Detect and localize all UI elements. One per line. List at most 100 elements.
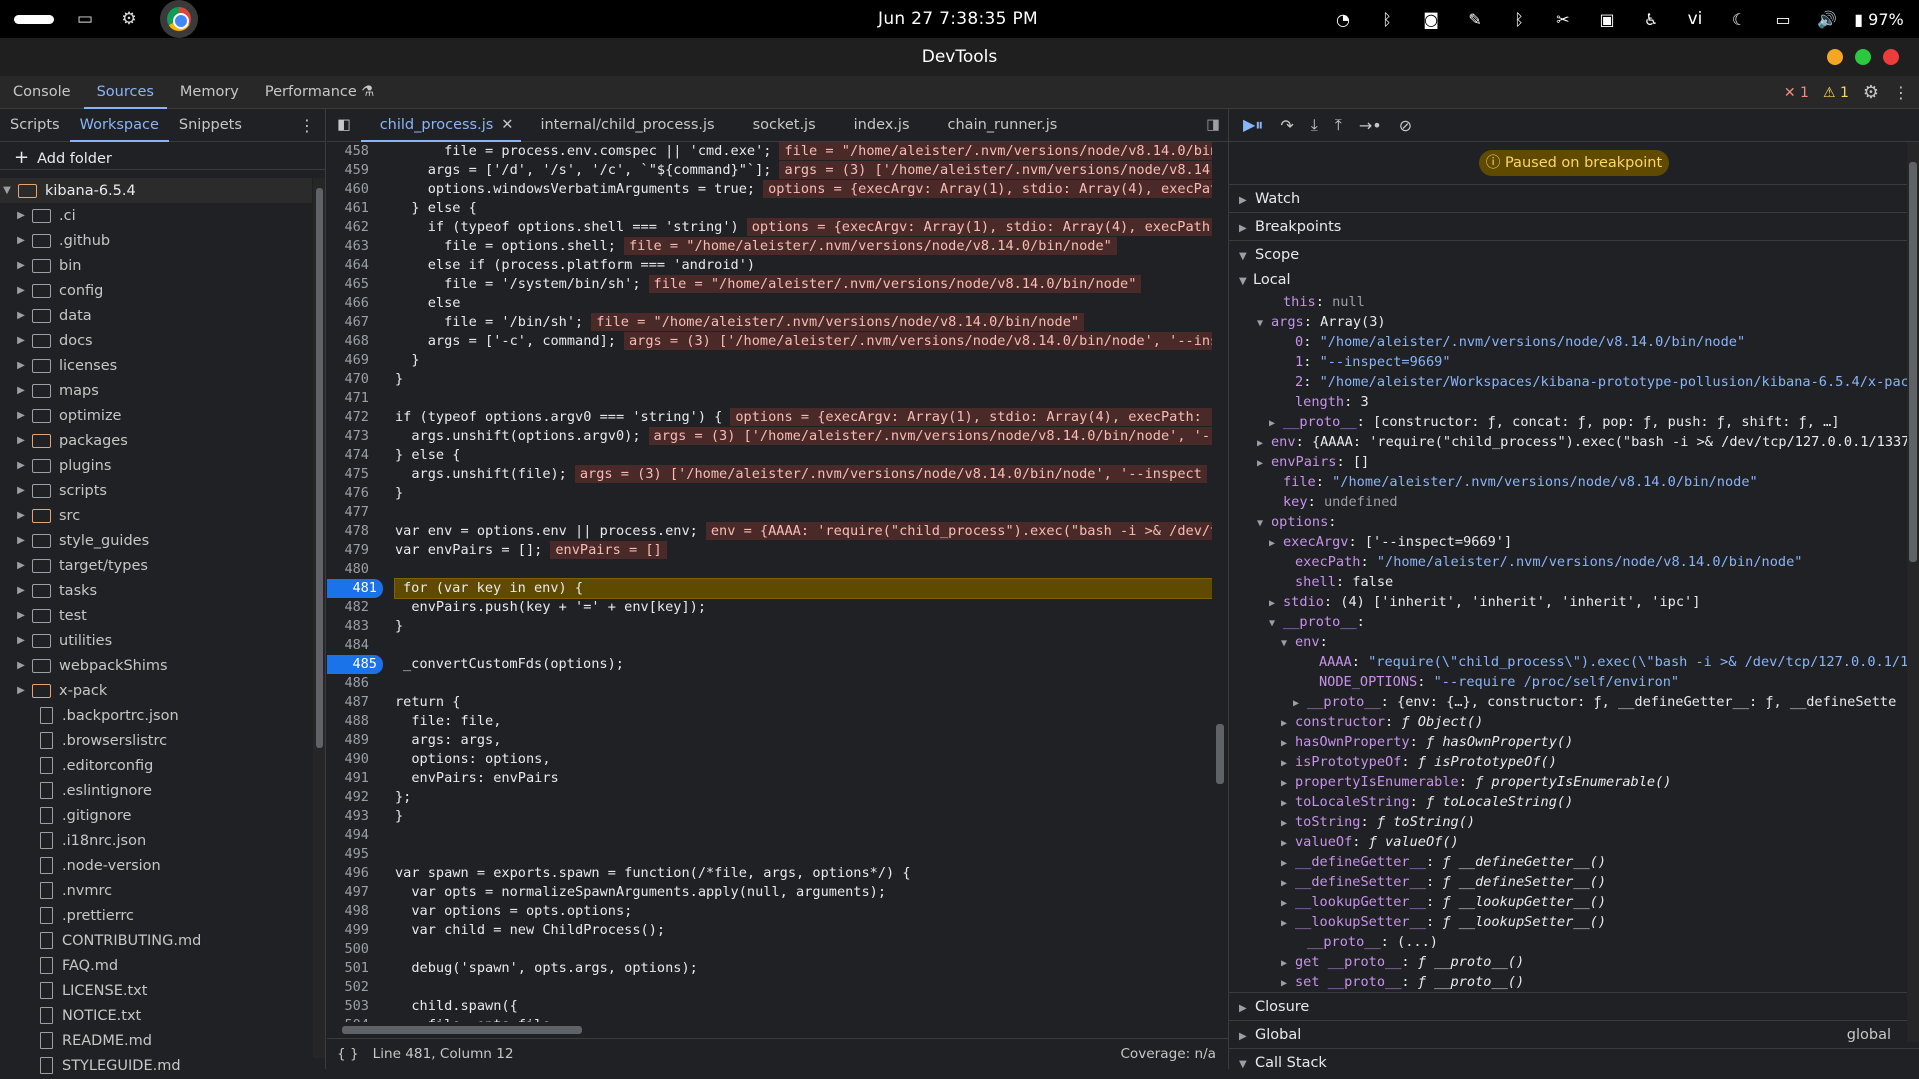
scope-property[interactable]: __proto__: (...) (1229, 932, 1919, 952)
editor-tab-child-process[interactable]: child_process.js ✕ (360, 109, 522, 142)
line-number[interactable]: 474 (327, 446, 375, 465)
tree-folder-item[interactable]: ▶ bin (0, 253, 312, 278)
minimize-button[interactable] (1827, 49, 1843, 65)
tab-snippets[interactable]: Snippets (169, 109, 252, 142)
tree-folder-item[interactable]: ▶ style_guides (0, 528, 312, 553)
line-number[interactable]: 458 (327, 142, 375, 161)
code-line[interactable]: 464 else if (process.platform === 'andro… (327, 256, 1212, 275)
line-number[interactable]: 485 (327, 655, 383, 674)
code-line[interactable]: 475 args.unshift(file); args = (3) ['/hom… (327, 465, 1212, 484)
code-line[interactable]: 493} (327, 807, 1212, 826)
tree-file-item[interactable]: .i18nrc.json (0, 828, 312, 853)
global-section-header[interactable]: ▶ Global global (1229, 1020, 1919, 1048)
closure-section-header[interactable]: ▶ Closure (1229, 992, 1919, 1020)
editor-tab-internal-child-process[interactable]: internal/child_process.js (521, 109, 733, 142)
add-folder-button[interactable]: + Add folder (0, 145, 325, 170)
editor-tab-chain-runner[interactable]: chain_runner.js (929, 109, 1077, 142)
line-number[interactable]: 464 (327, 256, 375, 275)
tree-folder-item[interactable]: ▶ plugins (0, 453, 312, 478)
editor-tab-socket[interactable]: socket.js (734, 109, 835, 142)
line-number[interactable]: 478 (327, 522, 375, 541)
sync-icon[interactable]: ◔ (1321, 10, 1365, 29)
tree-file-item[interactable]: CONTRIBUTING.md (0, 928, 312, 953)
tree-file-item[interactable]: .editorconfig (0, 753, 312, 778)
local-scope-header[interactable]: ▼ Local (1229, 268, 1919, 292)
line-number[interactable]: 475 (327, 465, 375, 484)
line-number[interactable]: 489 (327, 731, 375, 750)
code-line[interactable]: 479 var envPairs = []; envPairs = [] (327, 541, 1212, 560)
pen-icon[interactable]: ✎ (1453, 10, 1497, 29)
resume-icon[interactable]: ▶⏸ (1243, 115, 1263, 135)
code-line[interactable]: 484 (327, 636, 1212, 655)
line-number[interactable]: 487 (327, 693, 375, 712)
discord-icon[interactable]: ◙ (1409, 10, 1453, 29)
scope-section-header[interactable]: ▼ Scope (1229, 240, 1919, 268)
volume-icon[interactable]: 🔊 (1805, 10, 1849, 29)
scope-property[interactable]: ▶ valueOf: ƒ valueOf() (1229, 832, 1919, 852)
tree-file-item[interactable]: .node-version (0, 853, 312, 878)
scope-property[interactable]: ▶ hasOwnProperty: ƒ hasOwnProperty() (1229, 732, 1919, 752)
line-number[interactable]: 476 (327, 484, 375, 503)
scope-property[interactable]: ▶ toString: ƒ toString() (1229, 812, 1919, 832)
tree-file-item[interactable]: STYLEGUIDE.md (0, 1053, 312, 1078)
line-number[interactable]: 482 (327, 598, 375, 617)
tree-file-item[interactable]: LICENSE.txt (0, 978, 312, 1003)
tree-folder-item[interactable]: ▶ tasks (0, 578, 312, 603)
line-number[interactable]: 502 (327, 978, 375, 997)
tree-root-folder[interactable]: ▼ kibana-6.5.4 (0, 178, 312, 203)
code-line[interactable]: 482 envPairs.push(key + '=' + env[key]); (327, 598, 1212, 617)
line-number[interactable]: 467 (327, 313, 375, 332)
editor-horizontal-scrollbar[interactable] (327, 1022, 1228, 1038)
sidebar-scrollbar[interactable] (313, 178, 325, 1058)
tree-folder-item[interactable]: ▶ test (0, 603, 312, 628)
terminal-icon[interactable]: ▭ (72, 6, 98, 32)
bluetooth-icon[interactable]: ᛒ (1365, 10, 1409, 29)
scope-property[interactable]: ▶ __proto__: [constructor: ƒ, concat: ƒ, … (1229, 412, 1919, 432)
code-line[interactable]: 494 (327, 826, 1212, 845)
line-number[interactable]: 497 (327, 883, 375, 902)
warning-count-badge[interactable]: ⚠ 1 (1823, 85, 1849, 101)
toggle-debugger-icon[interactable]: ◨ (1206, 117, 1220, 133)
tab-scripts[interactable]: Scripts (0, 109, 70, 142)
code-line[interactable]: 496 var spawn = exports.spawn = function(… (327, 864, 1212, 883)
line-number[interactable]: 484 (327, 636, 375, 655)
more-options-icon[interactable]: ⋮ (299, 109, 315, 142)
tab-sources[interactable]: Sources (83, 76, 168, 109)
line-number[interactable]: 486 (327, 674, 375, 693)
scope-property[interactable]: length: 3 (1229, 392, 1919, 412)
scope-property[interactable]: ▼ options: (1229, 512, 1919, 532)
code-line[interactable]: 487 return { (327, 693, 1212, 712)
tree-file-item[interactable]: .prettierrc (0, 903, 312, 928)
tab-console[interactable]: Console (0, 76, 84, 109)
line-number[interactable]: 483 (327, 617, 375, 636)
scope-property[interactable]: ▶ __proto__: {env: {…}, constructor: ƒ, _… (1229, 692, 1919, 712)
code-line[interactable]: 466 else (327, 294, 1212, 313)
code-line[interactable]: 492}; (327, 788, 1212, 807)
scope-property[interactable]: ▶ get __proto__: ƒ __proto__() (1229, 952, 1919, 972)
scope-property[interactable]: ▶ env: {AAAA: 'require("child_process").e… (1229, 432, 1919, 452)
scope-property[interactable]: ▶ propertyIsEnumerable: ƒ propertyIsEnume… (1229, 772, 1919, 792)
code-line[interactable]: 472 if (typeof options.argv0 === 'string'… (327, 408, 1212, 427)
code-line[interactable]: 467 file = '/bin/sh'; file = "/home/aleis… (327, 313, 1212, 332)
tree-file-item[interactable]: .eslintignore (0, 778, 312, 803)
code-line[interactable]: 495 (327, 845, 1212, 864)
line-number[interactable]: 465 (327, 275, 375, 294)
tree-folder-item[interactable]: ▶ scripts (0, 478, 312, 503)
code-line[interactable]: 502 (327, 978, 1212, 997)
line-number[interactable]: 493 (327, 807, 375, 826)
code-line[interactable]: 486 (327, 674, 1212, 693)
callstack-section-header[interactable]: ▼ Call Stack (1229, 1048, 1919, 1076)
line-number[interactable]: 472 (327, 408, 375, 427)
chrome-app-icon[interactable] (160, 0, 198, 38)
code-line[interactable]: 498 var options = opts.options; (327, 902, 1212, 921)
scope-property[interactable]: ▶ toLocaleString: ƒ toLocaleString() (1229, 792, 1919, 812)
scope-property[interactable]: execPath: "/home/aleister/.nvm/versions/… (1229, 552, 1919, 572)
code-line[interactable]: 478 var env = options.env || process.env;… (327, 522, 1212, 541)
keyboard-language[interactable]: vi (1673, 9, 1717, 29)
line-number[interactable]: 481 (327, 579, 383, 598)
line-number[interactable]: 459 (327, 161, 375, 180)
tree-folder-item[interactable]: ▶ data (0, 303, 312, 328)
tree-folder-item[interactable]: ▶ src (0, 503, 312, 528)
line-number[interactable]: 492 (327, 788, 375, 807)
tree-folder-item[interactable]: ▶ .github (0, 228, 312, 253)
